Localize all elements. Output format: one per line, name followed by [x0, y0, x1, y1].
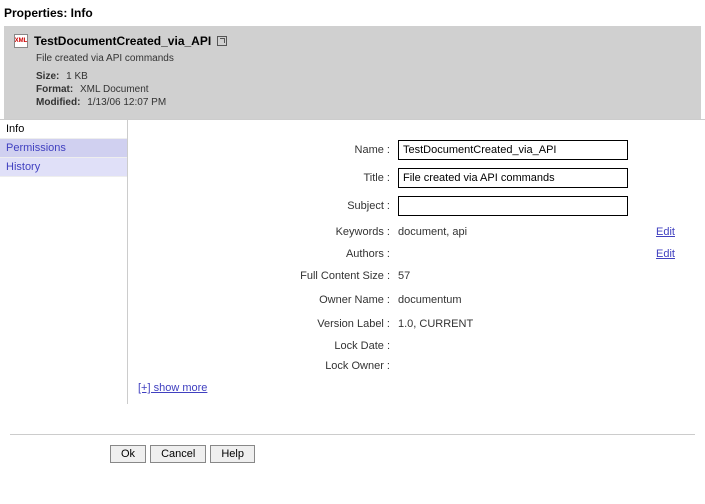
sidebar: Info Permissions History	[0, 120, 128, 404]
main-form: Name : Title : Subject : Keywords : docu…	[128, 120, 705, 404]
page-title: Properties: Info	[0, 0, 705, 26]
modified-label: Modified:	[36, 97, 80, 108]
help-button[interactable]: Help	[210, 445, 255, 463]
button-row: Ok Cancel Help	[0, 445, 705, 473]
owner-value: documentum	[398, 292, 462, 308]
title-input[interactable]	[398, 168, 628, 188]
tab-permissions[interactable]: Permissions	[0, 139, 127, 158]
fullsize-label: Full Content Size :	[138, 270, 398, 282]
size-value: 1 KB	[66, 71, 88, 82]
fullsize-value: 57	[398, 268, 410, 284]
keywords-edit-link[interactable]: Edit	[656, 226, 695, 238]
lockdate-label: Lock Date :	[138, 340, 398, 352]
ok-button[interactable]: Ok	[110, 445, 146, 463]
subject-input[interactable]	[398, 196, 628, 216]
size-label: Size:	[36, 71, 59, 82]
name-input[interactable]	[398, 140, 628, 160]
tab-history[interactable]: History	[0, 158, 127, 177]
keywords-label: Keywords :	[138, 226, 398, 238]
divider	[10, 434, 695, 435]
owner-label: Owner Name :	[138, 294, 398, 306]
show-more-link[interactable]: [+] show more	[138, 382, 695, 394]
subject-label: Subject :	[138, 200, 398, 212]
summary-bar: XML TestDocumentCreated_via_API File cre…	[4, 26, 701, 119]
size-row: Size: 1 KB	[14, 70, 691, 83]
modified-row: Modified: 1/13/06 12:07 PM	[14, 96, 691, 109]
modified-value: 1/13/06 12:07 PM	[87, 97, 166, 108]
name-label: Name :	[138, 144, 398, 156]
xml-document-icon: XML	[14, 34, 28, 48]
authors-label: Authors :	[138, 248, 398, 260]
version-label: Version Label :	[138, 318, 398, 330]
tab-info[interactable]: Info	[0, 120, 127, 139]
document-title: TestDocumentCreated_via_API	[34, 34, 211, 48]
format-label: Format:	[36, 84, 73, 95]
format-row: Format: XML Document	[14, 83, 691, 96]
title-label: Title :	[138, 172, 398, 184]
lockowner-label: Lock Owner :	[138, 360, 398, 372]
authors-edit-link[interactable]: Edit	[656, 248, 695, 260]
format-value: XML Document	[80, 84, 149, 95]
cancel-button[interactable]: Cancel	[150, 445, 206, 463]
version-value: 1.0, CURRENT	[398, 316, 473, 332]
document-description: File created via API commands	[14, 51, 691, 70]
popout-icon[interactable]	[217, 36, 227, 46]
keywords-value: document, api	[398, 224, 467, 240]
